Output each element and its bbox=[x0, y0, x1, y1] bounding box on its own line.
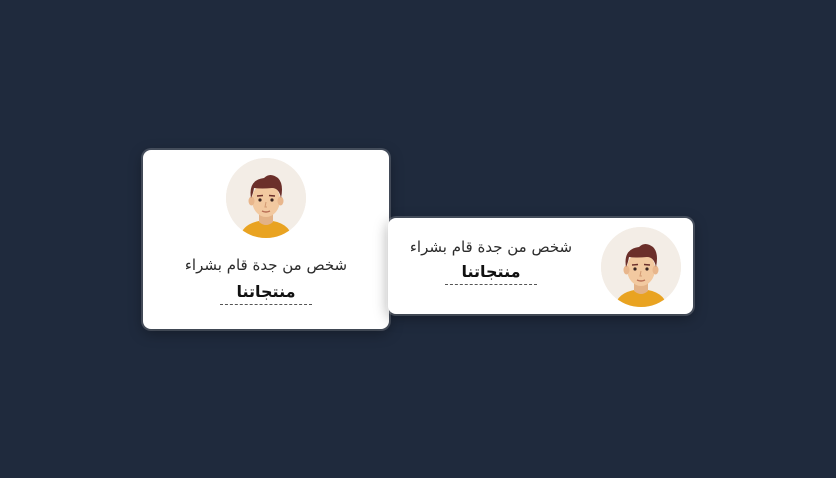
male-avatar-icon bbox=[601, 227, 681, 307]
notification-emphasis: منتجاتنا bbox=[236, 282, 296, 301]
notification-emphasis: منتجاتنا bbox=[461, 262, 521, 281]
avatar bbox=[601, 227, 681, 307]
notification-message: شخص من جدة قام بشراء bbox=[184, 256, 348, 274]
dashed-divider bbox=[445, 284, 537, 285]
purchase-notification-card-vertical[interactable]: شخص من جدة قام بشراء منتجاتنا bbox=[143, 150, 389, 329]
avatar bbox=[226, 158, 306, 238]
notification-text-block: شخص من جدة قام بشراء منتجاتنا bbox=[396, 238, 586, 285]
purchase-notification-card-horizontal[interactable]: شخص من جدة قام بشراء منتجاتنا bbox=[388, 218, 693, 314]
notification-message: شخص من جدة قام بشراء bbox=[409, 238, 573, 256]
dashed-divider bbox=[220, 304, 312, 305]
male-avatar-icon bbox=[226, 158, 306, 238]
